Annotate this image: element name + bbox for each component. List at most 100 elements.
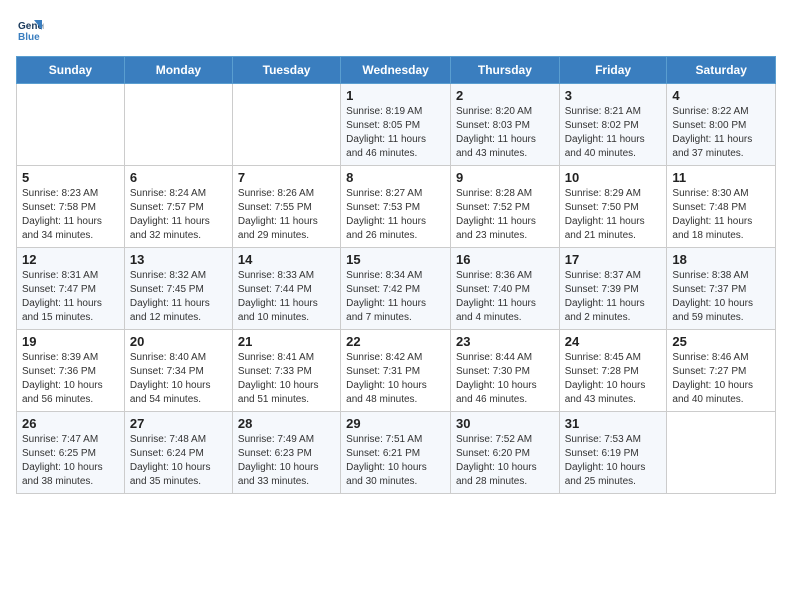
day-info: Sunrise: 8:41 AM Sunset: 7:33 PM Dayligh… xyxy=(238,351,335,407)
calendar-cell: 16 Sunrise: 8:36 AM Sunset: 7:40 PM Dayli… xyxy=(450,248,559,330)
day-number: 22 xyxy=(346,334,445,349)
calendar-cell: 20 Sunrise: 8:40 AM Sunset: 7:34 PM Dayli… xyxy=(124,330,232,412)
day-info: Sunrise: 8:19 AM Sunset: 8:05 PM Dayligh… xyxy=(346,105,445,161)
day-info: Sunrise: 8:46 AM Sunset: 7:27 PM Dayligh… xyxy=(672,351,770,407)
day-number: 2 xyxy=(456,88,554,103)
calendar-cell: 29 Sunrise: 7:51 AM Sunset: 6:21 PM Dayli… xyxy=(341,412,451,494)
day-info: Sunrise: 8:29 AM Sunset: 7:50 PM Dayligh… xyxy=(565,187,662,243)
calendar-cell: 22 Sunrise: 8:42 AM Sunset: 7:31 PM Dayli… xyxy=(341,330,451,412)
calendar-cell: 8 Sunrise: 8:27 AM Sunset: 7:53 PM Daylig… xyxy=(341,166,451,248)
calendar-cell: 26 Sunrise: 7:47 AM Sunset: 6:25 PM Dayli… xyxy=(17,412,125,494)
weekday-header-saturday: Saturday xyxy=(667,57,776,84)
day-info: Sunrise: 8:42 AM Sunset: 7:31 PM Dayligh… xyxy=(346,351,445,407)
calendar-week-4: 19 Sunrise: 8:39 AM Sunset: 7:36 PM Dayli… xyxy=(17,330,776,412)
calendar-cell: 13 Sunrise: 8:32 AM Sunset: 7:45 PM Dayli… xyxy=(124,248,232,330)
day-number: 1 xyxy=(346,88,445,103)
calendar-table: SundayMondayTuesdayWednesdayThursdayFrid… xyxy=(16,56,776,494)
day-number: 8 xyxy=(346,170,445,185)
calendar-cell: 3 Sunrise: 8:21 AM Sunset: 8:02 PM Daylig… xyxy=(559,84,667,166)
day-info: Sunrise: 7:52 AM Sunset: 6:20 PM Dayligh… xyxy=(456,433,554,489)
calendar-week-5: 26 Sunrise: 7:47 AM Sunset: 6:25 PM Dayli… xyxy=(17,412,776,494)
calendar-cell xyxy=(232,84,340,166)
calendar-week-2: 5 Sunrise: 8:23 AM Sunset: 7:58 PM Daylig… xyxy=(17,166,776,248)
day-number: 21 xyxy=(238,334,335,349)
calendar-cell xyxy=(124,84,232,166)
day-info: Sunrise: 7:53 AM Sunset: 6:19 PM Dayligh… xyxy=(565,433,662,489)
day-number: 17 xyxy=(565,252,662,267)
day-info: Sunrise: 7:47 AM Sunset: 6:25 PM Dayligh… xyxy=(22,433,119,489)
day-info: Sunrise: 8:20 AM Sunset: 8:03 PM Dayligh… xyxy=(456,105,554,161)
day-number: 30 xyxy=(456,416,554,431)
day-info: Sunrise: 8:39 AM Sunset: 7:36 PM Dayligh… xyxy=(22,351,119,407)
day-number: 24 xyxy=(565,334,662,349)
calendar-cell: 5 Sunrise: 8:23 AM Sunset: 7:58 PM Daylig… xyxy=(17,166,125,248)
calendar-cell: 21 Sunrise: 8:41 AM Sunset: 7:33 PM Dayli… xyxy=(232,330,340,412)
day-info: Sunrise: 8:34 AM Sunset: 7:42 PM Dayligh… xyxy=(346,269,445,325)
day-number: 15 xyxy=(346,252,445,267)
day-number: 4 xyxy=(672,88,770,103)
day-number: 19 xyxy=(22,334,119,349)
calendar-body: 1 Sunrise: 8:19 AM Sunset: 8:05 PM Daylig… xyxy=(17,84,776,494)
day-number: 25 xyxy=(672,334,770,349)
day-info: Sunrise: 8:28 AM Sunset: 7:52 PM Dayligh… xyxy=(456,187,554,243)
day-number: 28 xyxy=(238,416,335,431)
day-info: Sunrise: 8:31 AM Sunset: 7:47 PM Dayligh… xyxy=(22,269,119,325)
calendar-cell: 1 Sunrise: 8:19 AM Sunset: 8:05 PM Daylig… xyxy=(341,84,451,166)
day-number: 9 xyxy=(456,170,554,185)
day-info: Sunrise: 8:40 AM Sunset: 7:34 PM Dayligh… xyxy=(130,351,227,407)
day-number: 11 xyxy=(672,170,770,185)
day-number: 13 xyxy=(130,252,227,267)
day-number: 14 xyxy=(238,252,335,267)
calendar-cell: 30 Sunrise: 7:52 AM Sunset: 6:20 PM Dayli… xyxy=(450,412,559,494)
day-info: Sunrise: 8:22 AM Sunset: 8:00 PM Dayligh… xyxy=(672,105,770,161)
calendar-week-3: 12 Sunrise: 8:31 AM Sunset: 7:47 PM Dayli… xyxy=(17,248,776,330)
day-info: Sunrise: 8:21 AM Sunset: 8:02 PM Dayligh… xyxy=(565,105,662,161)
calendar-cell: 4 Sunrise: 8:22 AM Sunset: 8:00 PM Daylig… xyxy=(667,84,776,166)
calendar-cell: 6Sunrise: 8:24 AM Sunset: 7:57 PM Daylig… xyxy=(124,166,232,248)
weekday-header-sunday: Sunday xyxy=(17,57,125,84)
day-info: Sunrise: 8:33 AM Sunset: 7:44 PM Dayligh… xyxy=(238,269,335,325)
day-info: Sunrise: 7:48 AM Sunset: 6:24 PM Dayligh… xyxy=(130,433,227,489)
day-number: 5 xyxy=(22,170,119,185)
logo-icon: General Blue xyxy=(16,16,44,44)
calendar-cell: 7Sunrise: 8:26 AM Sunset: 7:55 PM Daylig… xyxy=(232,166,340,248)
day-number: 16 xyxy=(456,252,554,267)
svg-text:Blue: Blue xyxy=(18,32,40,43)
calendar-cell: 24Sunrise: 8:45 AM Sunset: 7:28 PM Dayli… xyxy=(559,330,667,412)
weekday-header-wednesday: Wednesday xyxy=(341,57,451,84)
calendar-cell: 17Sunrise: 8:37 AM Sunset: 7:39 PM Dayli… xyxy=(559,248,667,330)
calendar-cell: 23 Sunrise: 8:44 AM Sunset: 7:30 PM Dayli… xyxy=(450,330,559,412)
calendar-cell: 2 Sunrise: 8:20 AM Sunset: 8:03 PM Daylig… xyxy=(450,84,559,166)
calendar-cell: 15 Sunrise: 8:34 AM Sunset: 7:42 PM Dayli… xyxy=(341,248,451,330)
day-number: 27 xyxy=(130,416,227,431)
day-info: Sunrise: 8:24 AM Sunset: 7:57 PM Dayligh… xyxy=(130,187,227,243)
day-number: 12 xyxy=(22,252,119,267)
logo: General Blue xyxy=(16,16,48,44)
day-number: 26 xyxy=(22,416,119,431)
calendar-cell: 19 Sunrise: 8:39 AM Sunset: 7:36 PM Dayli… xyxy=(17,330,125,412)
calendar-cell: 11 Sunrise: 8:30 AM Sunset: 7:48 PM Dayli… xyxy=(667,166,776,248)
day-info: Sunrise: 8:27 AM Sunset: 7:53 PM Dayligh… xyxy=(346,187,445,243)
weekday-header-tuesday: Tuesday xyxy=(232,57,340,84)
calendar-cell: 14 Sunrise: 8:33 AM Sunset: 7:44 PM Dayli… xyxy=(232,248,340,330)
calendar-cell: 10Sunrise: 8:29 AM Sunset: 7:50 PM Dayli… xyxy=(559,166,667,248)
day-info: Sunrise: 8:36 AM Sunset: 7:40 PM Dayligh… xyxy=(456,269,554,325)
day-info: Sunrise: 8:23 AM Sunset: 7:58 PM Dayligh… xyxy=(22,187,119,243)
day-info: Sunrise: 8:38 AM Sunset: 7:37 PM Dayligh… xyxy=(672,269,770,325)
calendar-cell: 9 Sunrise: 8:28 AM Sunset: 7:52 PM Daylig… xyxy=(450,166,559,248)
day-number: 23 xyxy=(456,334,554,349)
calendar-cell xyxy=(17,84,125,166)
day-number: 29 xyxy=(346,416,445,431)
day-info: Sunrise: 8:44 AM Sunset: 7:30 PM Dayligh… xyxy=(456,351,554,407)
day-number: 20 xyxy=(130,334,227,349)
calendar-week-1: 1 Sunrise: 8:19 AM Sunset: 8:05 PM Daylig… xyxy=(17,84,776,166)
day-info: Sunrise: 8:30 AM Sunset: 7:48 PM Dayligh… xyxy=(672,187,770,243)
weekday-header-row: SundayMondayTuesdayWednesdayThursdayFrid… xyxy=(17,57,776,84)
calendar-cell: 18Sunrise: 8:38 AM Sunset: 7:37 PM Dayli… xyxy=(667,248,776,330)
calendar-cell xyxy=(667,412,776,494)
calendar-cell: 25 Sunrise: 8:46 AM Sunset: 7:27 PM Dayli… xyxy=(667,330,776,412)
weekday-header-thursday: Thursday xyxy=(450,57,559,84)
day-info: Sunrise: 8:32 AM Sunset: 7:45 PM Dayligh… xyxy=(130,269,227,325)
day-number: 3 xyxy=(565,88,662,103)
day-info: Sunrise: 7:51 AM Sunset: 6:21 PM Dayligh… xyxy=(346,433,445,489)
